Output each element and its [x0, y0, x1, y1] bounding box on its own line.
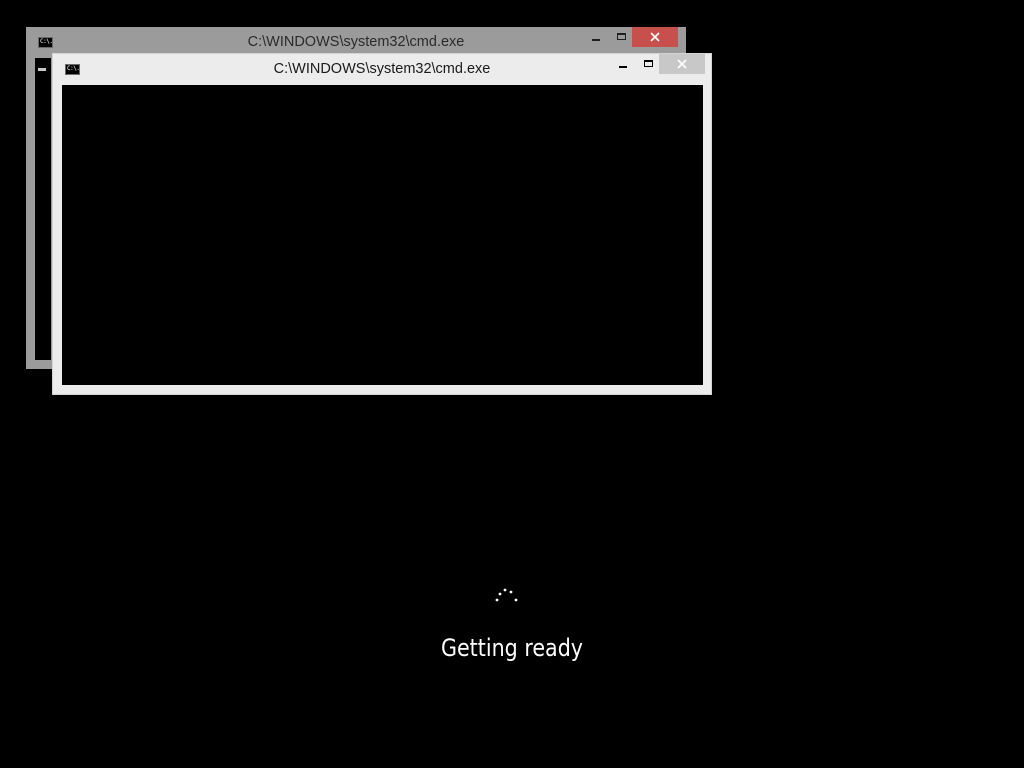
setup-screen: C:\. C:\WINDOWS\system32\cmd.exe C:\. C:…: [0, 0, 1024, 768]
console-area[interactable]: [62, 85, 703, 385]
close-icon: [677, 59, 687, 69]
maximize-button[interactable]: [635, 54, 659, 74]
console-cursor: [38, 68, 46, 71]
close-icon: [650, 32, 660, 42]
console-area[interactable]: [35, 58, 51, 360]
minimize-button[interactable]: [609, 54, 635, 74]
close-button[interactable]: [659, 54, 705, 74]
close-button[interactable]: [632, 27, 678, 47]
title-bar[interactable]: C:\. C:\WINDOWS\system32\cmd.exe: [26, 27, 686, 56]
cmd-window-foreground[interactable]: C:\. C:\WINDOWS\system32\cmd.exe: [52, 53, 712, 395]
status-text: Getting ready: [440, 634, 584, 662]
title-bar[interactable]: C:\. C:\WINDOWS\system32\cmd.exe: [53, 54, 711, 83]
maximize-button[interactable]: [608, 27, 632, 47]
minimize-button[interactable]: [582, 27, 608, 47]
loading-spinner-icon: [495, 588, 518, 602]
